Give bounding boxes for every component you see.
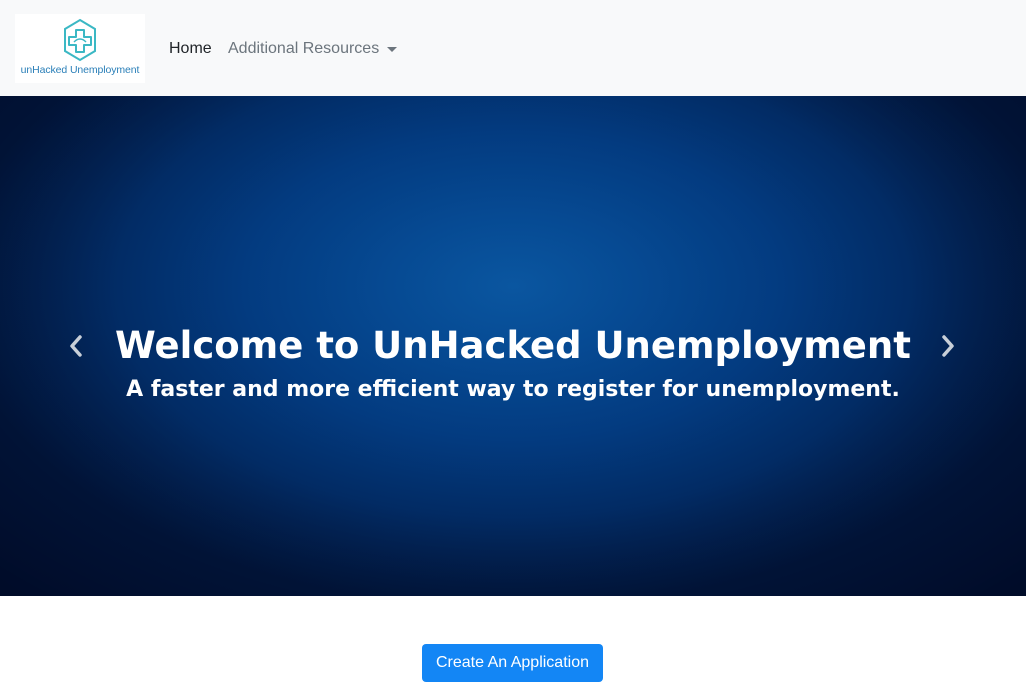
caret-down-icon — [387, 47, 398, 52]
brand-logo-link[interactable]: unHacked Unemployment — [15, 14, 145, 83]
hero-carousel: Welcome to UnHacked Unemployment A faste… — [0, 96, 1026, 596]
nav-additional-resources-dropdown[interactable]: Additional Resources — [228, 39, 398, 59]
hero-subtitle: A faster and more efficient way to regis… — [126, 377, 900, 402]
create-application-button[interactable]: Create An Application — [422, 644, 603, 682]
chevron-right-icon — [942, 335, 954, 357]
brand-name: unHacked Unemployment — [20, 64, 140, 76]
nav-home-link[interactable]: Home — [169, 39, 212, 59]
navbar: unHacked Unemployment Home Additional Re… — [0, 0, 1026, 96]
hexagon-cross-logo-icon — [64, 18, 96, 62]
carousel-next-button[interactable] — [938, 332, 958, 360]
hero-title: Welcome to UnHacked Unemployment — [115, 324, 911, 367]
nav-additional-resources-label: Additional Resources — [228, 40, 380, 57]
